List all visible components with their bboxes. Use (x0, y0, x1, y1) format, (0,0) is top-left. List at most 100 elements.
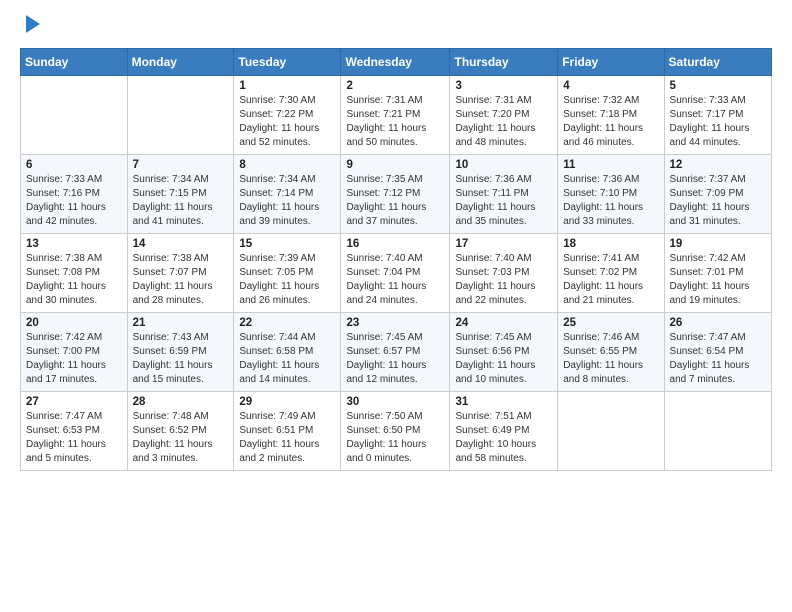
col-header-thursday: Thursday (450, 48, 558, 75)
day-info: Sunrise: 7:48 AM Sunset: 6:52 PM Dayligh… (133, 410, 229, 466)
day-info: Sunrise: 7:31 AM Sunset: 7:20 PM Dayligh… (455, 94, 552, 150)
day-info: Sunrise: 7:36 AM Sunset: 7:10 PM Dayligh… (563, 173, 658, 229)
day-cell: 20 Sunrise: 7:42 AM Sunset: 7:00 PM Dayli… (21, 312, 128, 391)
day-cell: 18 Sunrise: 7:41 AM Sunset: 7:02 PM Dayli… (558, 233, 664, 312)
col-header-friday: Friday (558, 48, 664, 75)
day-info: Sunrise: 7:46 AM Sunset: 6:55 PM Dayligh… (563, 331, 658, 387)
day-number: 3 (455, 80, 552, 92)
day-cell: 19Sunrise: 7:42 AM Sunset: 7:01 PM Dayli… (664, 233, 771, 312)
day-number: 29 (239, 396, 335, 408)
col-header-wednesday: Wednesday (341, 48, 450, 75)
week-row-5: 27 Sunrise: 7:47 AM Sunset: 6:53 PM Dayli… (21, 391, 772, 470)
day-info: Sunrise: 7:42 AM Sunset: 7:00 PM Dayligh… (26, 331, 122, 387)
day-cell: 11 Sunrise: 7:36 AM Sunset: 7:10 PM Dayli… (558, 154, 664, 233)
week-row-2: 6 Sunrise: 7:33 AM Sunset: 7:16 PM Daylig… (21, 154, 772, 233)
header (20, 16, 772, 36)
day-number: 18 (563, 238, 658, 250)
day-cell: 22 Sunrise: 7:44 AM Sunset: 6:58 PM Dayli… (234, 312, 341, 391)
day-cell (127, 75, 234, 154)
day-info: Sunrise: 7:33 AM Sunset: 7:16 PM Dayligh… (26, 173, 122, 229)
day-cell: 2 Sunrise: 7:31 AM Sunset: 7:21 PM Daylig… (341, 75, 450, 154)
day-number: 4 (563, 80, 658, 92)
day-cell: 17 Sunrise: 7:40 AM Sunset: 7:03 PM Dayli… (450, 233, 558, 312)
day-info: Sunrise: 7:47 AM Sunset: 6:54 PM Dayligh… (670, 331, 766, 387)
day-cell: 10Sunrise: 7:36 AM Sunset: 7:11 PM Dayli… (450, 154, 558, 233)
day-cell: 1 Sunrise: 7:30 AM Sunset: 7:22 PM Daylig… (234, 75, 341, 154)
day-number: 31 (455, 396, 552, 408)
day-number: 19 (670, 238, 766, 250)
day-cell: 25Sunrise: 7:46 AM Sunset: 6:55 PM Dayli… (558, 312, 664, 391)
calendar-header: SundayMondayTuesdayWednesdayThursdayFrid… (21, 48, 772, 75)
day-number: 24 (455, 317, 552, 329)
day-cell: 6 Sunrise: 7:33 AM Sunset: 7:16 PM Daylig… (21, 154, 128, 233)
day-number: 9 (346, 159, 444, 171)
day-cell: 29 Sunrise: 7:49 AM Sunset: 6:51 PM Dayli… (234, 391, 341, 470)
page: SundayMondayTuesdayWednesdayThursdayFrid… (0, 0, 792, 612)
day-info: Sunrise: 7:47 AM Sunset: 6:53 PM Dayligh… (26, 410, 122, 466)
day-info: Sunrise: 7:35 AM Sunset: 7:12 PM Dayligh… (346, 173, 444, 229)
day-cell: 30 Sunrise: 7:50 AM Sunset: 6:50 PM Dayli… (341, 391, 450, 470)
day-info: Sunrise: 7:51 AM Sunset: 6:49 PM Dayligh… (455, 410, 552, 466)
day-info: Sunrise: 7:34 AM Sunset: 7:14 PM Dayligh… (239, 173, 335, 229)
day-number: 6 (26, 159, 122, 171)
day-cell: 13 Sunrise: 7:38 AM Sunset: 7:08 PM Dayli… (21, 233, 128, 312)
day-info: Sunrise: 7:40 AM Sunset: 7:04 PM Dayligh… (346, 252, 444, 308)
day-info: Sunrise: 7:38 AM Sunset: 7:07 PM Dayligh… (133, 252, 229, 308)
day-info: Sunrise: 7:45 AM Sunset: 6:56 PM Dayligh… (455, 331, 552, 387)
day-number: 11 (563, 159, 658, 171)
day-number: 2 (346, 80, 444, 92)
day-info: Sunrise: 7:30 AM Sunset: 7:22 PM Dayligh… (239, 94, 335, 150)
day-info: Sunrise: 7:50 AM Sunset: 6:50 PM Dayligh… (346, 410, 444, 466)
day-cell: 12Sunrise: 7:37 AM Sunset: 7:09 PM Dayli… (664, 154, 771, 233)
day-number: 5 (670, 80, 766, 92)
day-number: 17 (455, 238, 552, 250)
day-info: Sunrise: 7:44 AM Sunset: 6:58 PM Dayligh… (239, 331, 335, 387)
col-header-monday: Monday (127, 48, 234, 75)
day-number: 8 (239, 159, 335, 171)
logo-arrow-icon (26, 15, 40, 33)
day-number: 16 (346, 238, 444, 250)
day-info: Sunrise: 7:49 AM Sunset: 6:51 PM Dayligh… (239, 410, 335, 466)
day-cell: 8 Sunrise: 7:34 AM Sunset: 7:14 PM Daylig… (234, 154, 341, 233)
day-info: Sunrise: 7:38 AM Sunset: 7:08 PM Dayligh… (26, 252, 122, 308)
day-number: 13 (26, 238, 122, 250)
day-cell: 7 Sunrise: 7:34 AM Sunset: 7:15 PM Daylig… (127, 154, 234, 233)
day-number: 1 (239, 80, 335, 92)
day-cell: 3 Sunrise: 7:31 AM Sunset: 7:20 PM Daylig… (450, 75, 558, 154)
day-cell: 5 Sunrise: 7:33 AM Sunset: 7:17 PM Daylig… (664, 75, 771, 154)
day-cell: 4 Sunrise: 7:32 AM Sunset: 7:18 PM Daylig… (558, 75, 664, 154)
day-info: Sunrise: 7:33 AM Sunset: 7:17 PM Dayligh… (670, 94, 766, 150)
day-info: Sunrise: 7:37 AM Sunset: 7:09 PM Dayligh… (670, 173, 766, 229)
col-header-saturday: Saturday (664, 48, 771, 75)
day-number: 14 (133, 238, 229, 250)
day-cell (664, 391, 771, 470)
day-info: Sunrise: 7:40 AM Sunset: 7:03 PM Dayligh… (455, 252, 552, 308)
col-header-tuesday: Tuesday (234, 48, 341, 75)
day-info: Sunrise: 7:43 AM Sunset: 6:59 PM Dayligh… (133, 331, 229, 387)
day-info: Sunrise: 7:32 AM Sunset: 7:18 PM Dayligh… (563, 94, 658, 150)
day-number: 28 (133, 396, 229, 408)
day-number: 7 (133, 159, 229, 171)
day-number: 22 (239, 317, 335, 329)
col-header-sunday: Sunday (21, 48, 128, 75)
day-info: Sunrise: 7:34 AM Sunset: 7:15 PM Dayligh… (133, 173, 229, 229)
day-info: Sunrise: 7:31 AM Sunset: 7:21 PM Dayligh… (346, 94, 444, 150)
day-cell: 28 Sunrise: 7:48 AM Sunset: 6:52 PM Dayli… (127, 391, 234, 470)
day-cell: 16 Sunrise: 7:40 AM Sunset: 7:04 PM Dayli… (341, 233, 450, 312)
day-cell: 23Sunrise: 7:45 AM Sunset: 6:57 PM Dayli… (341, 312, 450, 391)
day-number: 21 (133, 317, 229, 329)
header-row: SundayMondayTuesdayWednesdayThursdayFrid… (21, 48, 772, 75)
day-number: 20 (26, 317, 122, 329)
day-cell: 26Sunrise: 7:47 AM Sunset: 6:54 PM Dayli… (664, 312, 771, 391)
day-info: Sunrise: 7:41 AM Sunset: 7:02 PM Dayligh… (563, 252, 658, 308)
logo (20, 16, 40, 36)
day-number: 30 (346, 396, 444, 408)
week-row-3: 13 Sunrise: 7:38 AM Sunset: 7:08 PM Dayli… (21, 233, 772, 312)
day-number: 10 (455, 159, 552, 171)
day-number: 27 (26, 396, 122, 408)
day-number: 23 (346, 317, 444, 329)
day-cell: 14 Sunrise: 7:38 AM Sunset: 7:07 PM Dayli… (127, 233, 234, 312)
day-number: 15 (239, 238, 335, 250)
day-cell: 27 Sunrise: 7:47 AM Sunset: 6:53 PM Dayli… (21, 391, 128, 470)
day-cell: 21 Sunrise: 7:43 AM Sunset: 6:59 PM Dayli… (127, 312, 234, 391)
